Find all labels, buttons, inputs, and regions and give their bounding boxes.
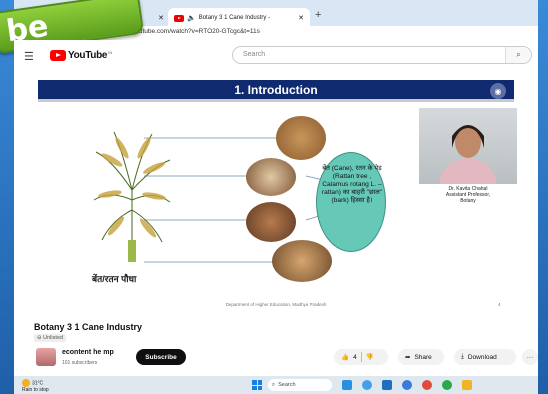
- youtube-favicon-icon: [174, 14, 184, 22]
- divider: [360, 352, 362, 362]
- search-placeholder: Search: [243, 51, 266, 58]
- temperature: 31°C: [32, 380, 44, 387]
- download-icon: ⤓: [461, 353, 464, 360]
- share-icon: ➦: [405, 354, 411, 361]
- speaker-icon[interactable]: 🔈: [187, 14, 196, 22]
- whatsapp-icon[interactable]: [442, 380, 452, 390]
- subscribe-button[interactable]: Subscribe: [136, 349, 186, 365]
- slide-page-number: 4: [498, 302, 501, 307]
- thumbs-up-icon: 👍: [341, 354, 350, 361]
- windows-taskbar: 31°C Rain to stop ⌕ Search: [14, 376, 538, 394]
- presenter-avatar: [439, 125, 497, 184]
- plant-caption: बेंत/रतन पौधा: [92, 274, 137, 284]
- slide-footer: Department of Higher Education, Madhya P…: [225, 302, 327, 307]
- weather-text: Rain to stop: [22, 387, 49, 393]
- new-tab-plus-icon[interactable]: +: [315, 9, 321, 21]
- presenter-title2: Botany: [460, 198, 476, 204]
- info-bubble: बेंत (Cane), रतन के पेड़ (Rattan tree , …: [316, 152, 386, 252]
- channel-name[interactable]: econtent he mp: [62, 349, 114, 356]
- like-count: 4: [353, 353, 357, 361]
- presenter-caption: Dr. Kavita Chahal Assistant Professor, B…: [419, 186, 517, 204]
- search-input[interactable]: Search ⌕: [232, 46, 532, 64]
- youtube-logo-text: YouTube: [68, 50, 108, 61]
- url-text[interactable]: youtube.com/watch?v=RTO20-GTcgc&t=11s: [132, 28, 260, 35]
- video-title: Botany 3 1 Cane Industry: [34, 322, 143, 332]
- like-button[interactable]: 👍: [341, 353, 349, 361]
- tab-title: Botany 3 1 Cane Industry -: [198, 15, 271, 21]
- share-label: Share: [414, 353, 432, 361]
- tab-active[interactable]: 🔈 Botany 3 1 Cane Industry - ✕: [168, 8, 310, 28]
- video-info: Botany 3 1 Cane Industry ⊖ Unlisted econ…: [14, 316, 538, 376]
- taskview-icon[interactable]: [342, 380, 352, 390]
- search-icon: ⌕: [516, 50, 521, 59]
- dislike-button[interactable]: 👎: [366, 353, 374, 361]
- share-button[interactable]: ➦ Share: [398, 349, 444, 365]
- edge-icon[interactable]: [402, 380, 412, 390]
- file-explorer-icon[interactable]: [382, 380, 392, 390]
- bubble-text: बेंत (Cane), रतन के पेड़ (Rattan tree , …: [321, 165, 383, 204]
- cane-chair-image: [246, 202, 296, 242]
- youtube-header: ☰ YouTube IN Search ⌕: [14, 40, 538, 72]
- outer-frame-right: [538, 0, 548, 394]
- like-dislike-group: 👍 4 👎: [334, 349, 388, 365]
- tab-close-icon[interactable]: ✕: [298, 14, 304, 22]
- taskbar-search-icon: ⌕: [272, 381, 276, 388]
- subscriber-count: 101 subscribers: [62, 360, 98, 366]
- more-actions-button[interactable]: ···: [522, 349, 538, 365]
- unlisted-label: Unlisted: [43, 335, 64, 341]
- unlisted-badge: ⊖ Unlisted: [34, 334, 67, 342]
- thumbs-down-icon: 👎: [365, 354, 374, 361]
- menu-icon[interactable]: ☰: [24, 50, 34, 63]
- video-player[interactable]: 1. Introduction ◉ बेंत/रतन पौधा बेंत (Ca…: [14, 72, 538, 316]
- taskbar-search[interactable]: ⌕ Search: [268, 379, 332, 391]
- taskbar-search-label: Search: [278, 382, 296, 388]
- close-icon[interactable]: ✕: [158, 14, 164, 22]
- search-button[interactable]: ⌕: [505, 47, 531, 63]
- cane-basket-image: [276, 116, 326, 160]
- presenter-webcam: [419, 108, 517, 184]
- outer-frame-left: [0, 0, 14, 394]
- weather-widget[interactable]: 31°C Rain to stop: [22, 379, 49, 393]
- youtube-play-icon: [50, 50, 66, 61]
- cane-vase-image: [272, 240, 332, 282]
- rattan-plant-image: [93, 131, 171, 262]
- windows-start-icon[interactable]: [252, 380, 262, 390]
- youtube-logo[interactable]: YouTube IN: [50, 50, 112, 61]
- download-label: Download: [467, 353, 497, 361]
- chat-icon[interactable]: [362, 380, 372, 390]
- cane-duck-image: [246, 158, 296, 196]
- chrome-icon[interactable]: [422, 380, 432, 390]
- weather-sun-icon: [22, 379, 30, 387]
- folder-icon[interactable]: [462, 380, 472, 390]
- youtube-region: IN: [108, 50, 113, 55]
- channel-avatar[interactable]: [36, 348, 56, 366]
- download-button[interactable]: ⤓ Download: [454, 349, 516, 365]
